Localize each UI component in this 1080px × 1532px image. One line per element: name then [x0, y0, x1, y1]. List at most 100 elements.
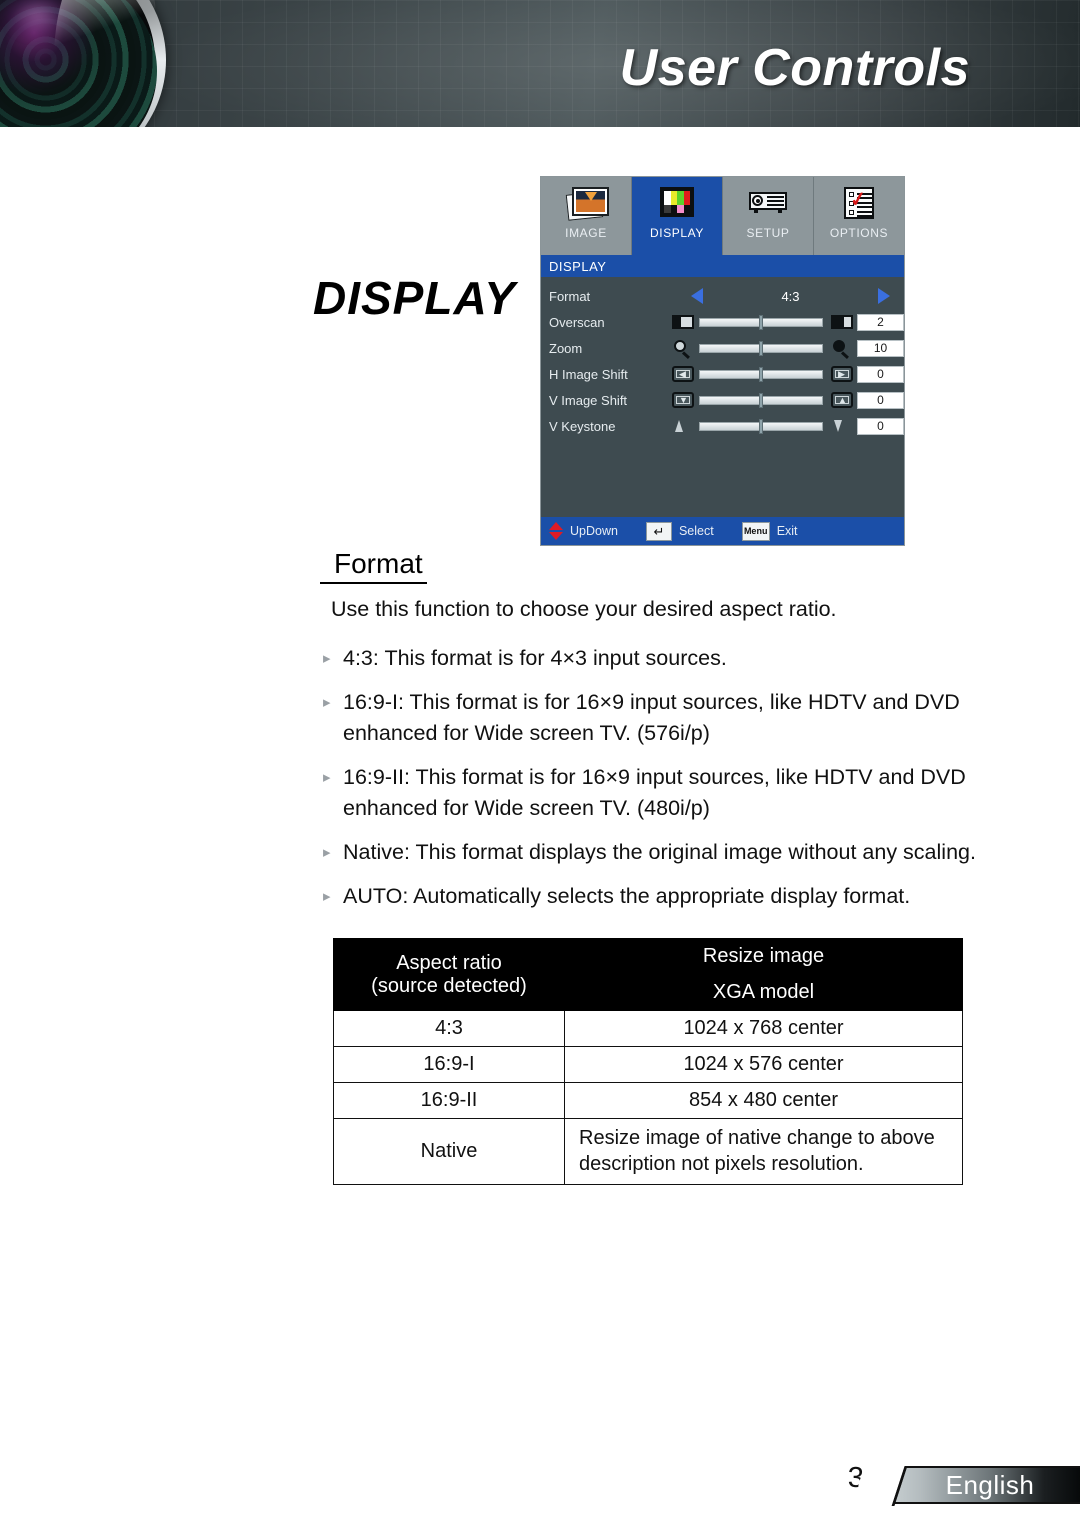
bullet-arrow-icon: ▸	[323, 769, 331, 786]
arrow-right-icon[interactable]	[878, 288, 890, 304]
arrow-left-icon[interactable]	[691, 288, 703, 304]
table-cell-resize: 1024 x 576 center	[564, 1046, 963, 1083]
list-item-text: 16:9-I: This format is for 16×9 input so…	[343, 690, 960, 745]
list-item: ▸ 4:3: This format is for 4×3 input sour…	[323, 643, 983, 674]
zoom-in-icon[interactable]	[831, 340, 853, 359]
osd-row-overscan-label: Overscan	[549, 314, 605, 330]
osd-footer-select-label: Select	[678, 524, 714, 538]
osd-menu-heading: DISPLAY	[541, 255, 904, 277]
osd-row-v-keystone-label: V Keystone	[549, 418, 616, 434]
osd-tab-setup-label: SETUP	[746, 226, 790, 240]
bullet-arrow-icon: ▸	[323, 844, 331, 861]
list-item: ▸ 16:9-I: This format is for 16×9 input …	[323, 687, 983, 749]
shift-left-icon[interactable]: ◀	[672, 366, 694, 382]
table-cell-resize: 1024 x 768 center	[564, 1010, 963, 1047]
list-item: ▸ 16:9-II: This format is for 16×9 input…	[323, 762, 983, 824]
up-down-arrows-icon	[549, 522, 563, 540]
zoom-out-icon[interactable]	[672, 340, 694, 359]
list-item: ▸ AUTO: Automatically selects the approp…	[323, 881, 983, 912]
format-bullet-list: ▸ 4:3: This format is for 4×3 input sour…	[323, 643, 983, 925]
overscan-slider[interactable]	[699, 314, 823, 330]
color-bars-icon	[655, 183, 699, 223]
osd-row-zoom-label: Zoom	[549, 340, 583, 356]
menu-key-icon: Menu	[741, 521, 770, 541]
table-cell-aspect: Native	[333, 1118, 565, 1185]
table-cell-aspect: 4:3	[333, 1010, 565, 1047]
camera-lens-graphic	[0, 0, 184, 127]
language-label: English	[945, 1469, 1035, 1500]
osd-tab-image-label: IMAGE	[565, 226, 607, 240]
h-image-shift-slider[interactable]	[699, 366, 823, 382]
osd-row-v-keystone[interactable]: V Keystone 0	[541, 413, 904, 439]
shift-right-icon[interactable]: ▶	[831, 366, 853, 382]
table-cell-resize: Resize image of native change to above d…	[564, 1118, 963, 1185]
osd-row-h-image-shift[interactable]: H Image Shift ◀ ▶ 0	[541, 361, 904, 387]
h-image-shift-value: 0	[857, 365, 904, 383]
table-header-row: Aspect ratio (source detected) Resize im…	[333, 938, 963, 1011]
zoom-slider[interactable]	[699, 340, 823, 356]
checklist-icon: ✓	[837, 183, 881, 223]
overscan-value: 2	[857, 313, 904, 331]
keystone-wide-top-icon[interactable]	[831, 418, 853, 434]
osd-footer-updown[interactable]: UpDown	[549, 522, 618, 540]
slider-knob[interactable]	[759, 340, 763, 356]
table-cell-resize: 854 x 480 center	[564, 1082, 963, 1119]
osd-row-overscan[interactable]: Overscan 2	[541, 309, 904, 335]
overscan-decrease-icon[interactable]	[672, 314, 694, 330]
table-header-xga-model: XGA model	[564, 974, 963, 1011]
image-picture-icon	[564, 183, 609, 223]
list-item-text: 16:9-II: This format is for 16×9 input s…	[343, 765, 966, 820]
aspect-ratio-table: Aspect ratio (source detected) Resize im…	[333, 938, 963, 1185]
slider-knob[interactable]	[759, 392, 763, 408]
osd-row-format[interactable]: Format 4:3	[541, 283, 904, 309]
osd-row-h-image-shift-label: H Image Shift	[549, 366, 628, 382]
shift-down-icon[interactable]: ▼	[672, 392, 694, 408]
osd-tab-options[interactable]: ✓ OPTIONS	[814, 177, 904, 255]
bullet-arrow-icon: ▸	[323, 650, 331, 667]
osd-tab-setup[interactable]: SETUP	[723, 177, 814, 255]
v-keystone-slider[interactable]	[699, 418, 823, 434]
overscan-increase-icon[interactable]	[831, 314, 853, 330]
osd-menu-body: Format 4:3 Overscan 2 Zoom 10 H Image Sh…	[541, 277, 904, 517]
lens-glass	[0, 0, 157, 127]
osd-row-zoom[interactable]: Zoom 10	[541, 335, 904, 361]
slider-knob[interactable]	[759, 314, 763, 330]
language-bar: English	[851, 1466, 1080, 1506]
osd-tab-options-label: OPTIONS	[829, 226, 889, 240]
table-row: 16:9-I 1024 x 576 center	[333, 1046, 963, 1083]
lens-outer-ring	[0, 0, 166, 127]
osd-tab-display[interactable]: DISPLAY	[632, 177, 723, 255]
format-value: 4:3	[781, 288, 800, 304]
osd-footer-exit[interactable]: Menu Exit	[741, 521, 798, 541]
list-item-text: Native: This format displays the origina…	[343, 840, 976, 864]
osd-tab-display-label: DISPLAY	[650, 226, 704, 240]
lens-barrel	[0, 0, 157, 127]
slider-knob[interactable]	[759, 418, 763, 434]
osd-footer-updown-label: UpDown	[570, 524, 618, 538]
osd-tab-image[interactable]: IMAGE	[541, 177, 632, 255]
osd-menu-panel: IMAGE DISPLAY SETUP ✓ OPTIONS DISPLAY Fo…	[540, 176, 905, 546]
v-image-shift-slider[interactable]	[699, 392, 823, 408]
shift-up-icon[interactable]: ▲	[831, 392, 853, 408]
osd-row-v-image-shift-label: V Image Shift	[549, 392, 628, 408]
osd-footer-select[interactable]: ↵ Select	[645, 521, 714, 541]
page-header-banner: User Controls	[0, 0, 1080, 127]
table-header-aspect-line2: (source detected)	[371, 974, 527, 997]
zoom-value: 10	[857, 339, 904, 357]
format-intro-text: Use this function to choose your desired…	[331, 597, 837, 621]
page-title: User Controls	[619, 39, 970, 97]
lens-highlight	[5, 0, 71, 39]
table-cell-aspect: 16:9-I	[333, 1046, 565, 1083]
projector-icon	[746, 183, 790, 223]
table-cell-aspect: 16:9-II	[333, 1082, 565, 1119]
slider-knob[interactable]	[759, 366, 763, 382]
keystone-narrow-top-icon[interactable]	[672, 418, 694, 434]
osd-footer-bar: UpDown ↵ Select Menu Exit	[541, 517, 904, 545]
osd-row-v-image-shift[interactable]: V Image Shift ▼ ▲ 0	[541, 387, 904, 413]
table-row: 4:3 1024 x 768 center	[333, 1010, 963, 1047]
list-item-text: AUTO: Automatically selects the appropri…	[343, 884, 911, 908]
table-header-resize-image: Resize image	[564, 938, 963, 975]
table-row: 16:9-II 854 x 480 center	[333, 1082, 963, 1119]
osd-tab-bar: IMAGE DISPLAY SETUP ✓ OPTIONS	[541, 177, 904, 255]
v-image-shift-value: 0	[857, 391, 904, 409]
